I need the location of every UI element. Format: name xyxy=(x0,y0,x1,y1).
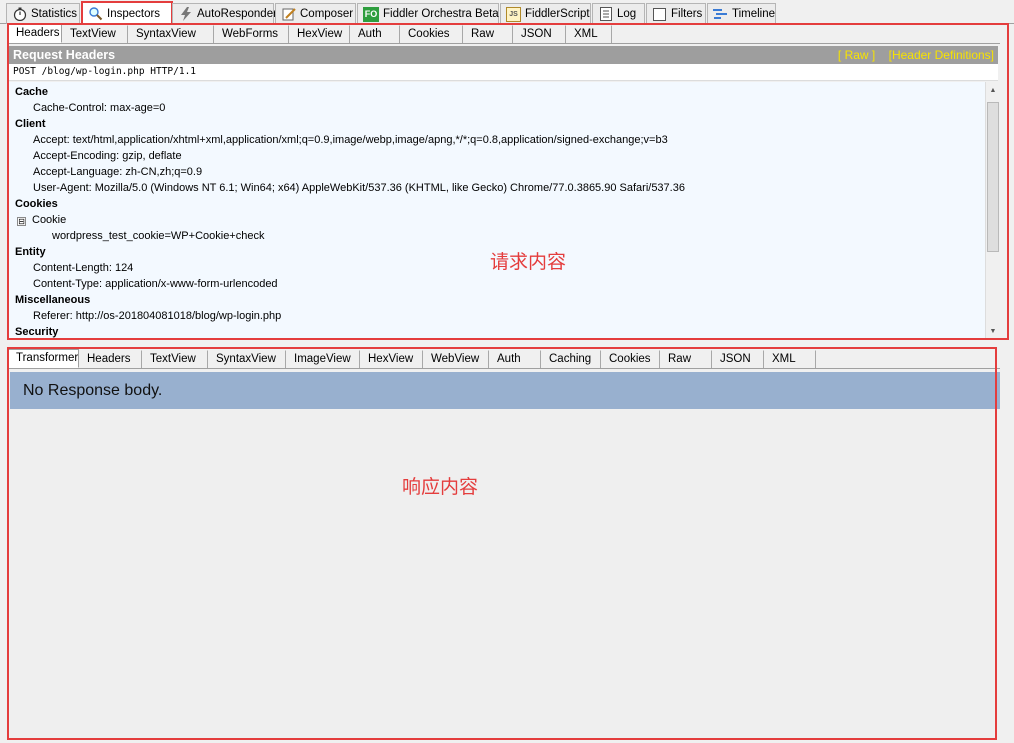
script-icon: JS xyxy=(506,6,521,22)
request-tab-cookies[interactable]: Cookies xyxy=(400,25,463,43)
pencil-icon xyxy=(281,7,296,22)
tab-filters[interactable]: Filters xyxy=(646,3,706,24)
scroll-thumb[interactable] xyxy=(987,102,999,252)
tab-label: Fiddler Orchestra Beta xyxy=(383,8,499,20)
splitter[interactable] xyxy=(0,339,1014,348)
tab-label: FiddlerScript xyxy=(525,8,590,20)
collapse-icon[interactable]: ⊟ xyxy=(17,217,26,226)
tab-label: Statistics xyxy=(31,8,78,20)
tab-label: Inspectors xyxy=(107,7,161,20)
request-tab-strip: Headers TextView SyntaxView WebForms Hex… xyxy=(7,24,1000,44)
header-item[interactable]: Cache-Control: max-age=0 xyxy=(33,100,165,116)
cookie-label: Cookie xyxy=(32,214,67,226)
cookie-value[interactable]: wordpress_test_cookie=WP+Cookie+check xyxy=(52,228,264,244)
header-item[interactable]: Content-Type: application/x-www-form-url… xyxy=(33,276,278,292)
magnifier-icon xyxy=(88,6,103,21)
tab-label: Log xyxy=(617,8,637,20)
request-tab-textview[interactable]: TextView xyxy=(62,25,128,43)
request-tab-json[interactable]: JSON xyxy=(513,25,566,43)
request-tab-xml[interactable]: XML xyxy=(566,25,612,43)
top-tab-strip: Statistics Inspectors AutoResponder Comp… xyxy=(0,0,1014,24)
tab-label: Timeline xyxy=(732,8,776,20)
header-item[interactable]: Accept-Language: zh-CN,zh;q=0.9 xyxy=(33,164,202,180)
scroll-up-icon[interactable]: ▲ xyxy=(988,86,998,96)
tab-fiddler-orchestra[interactable]: FO Fiddler Orchestra Beta xyxy=(357,3,499,24)
fo-icon: FO xyxy=(363,6,379,22)
request-annotation: 请求内容 xyxy=(490,251,567,273)
response-tab-imageview[interactable]: ImageView xyxy=(286,350,360,368)
request-headers-title: Request Headers xyxy=(13,48,116,62)
response-tab-transformer[interactable]: Transformer xyxy=(7,349,79,368)
response-tab-xml[interactable]: XML xyxy=(764,350,816,368)
timeline-icon xyxy=(713,7,728,22)
request-tab-webforms[interactable]: WebForms xyxy=(214,25,289,43)
response-body-area xyxy=(10,410,994,738)
response-tab-caching[interactable]: Caching xyxy=(541,350,601,368)
header-item[interactable]: User-Agent: Mozilla/5.0 (Windows NT 6.1;… xyxy=(33,180,685,196)
tab-log[interactable]: Log xyxy=(592,3,645,24)
group-security[interactable]: Security xyxy=(15,324,58,338)
cookie-node[interactable]: ⊟ Cookie xyxy=(17,212,66,228)
raw-link[interactable]: [ Raw ] xyxy=(838,48,875,62)
tab-autoresponder[interactable]: AutoResponder xyxy=(172,3,277,24)
group-cookies[interactable]: Cookies xyxy=(15,196,58,212)
request-tab-hexview[interactable]: HexView xyxy=(289,25,350,43)
header-item[interactable]: Accept: text/html,application/xhtml+xml,… xyxy=(33,132,668,148)
tab-inspectors[interactable]: Inspectors xyxy=(81,1,173,24)
log-icon xyxy=(598,7,613,22)
response-tab-cookies[interactable]: Cookies xyxy=(601,350,660,368)
group-miscellaneous[interactable]: Miscellaneous xyxy=(15,292,90,308)
lightning-icon xyxy=(178,7,193,22)
group-client[interactable]: Client xyxy=(15,116,46,132)
response-tab-json[interactable]: JSON xyxy=(712,350,764,368)
response-tab-headers[interactable]: Headers xyxy=(79,350,142,368)
scroll-down-icon[interactable]: ▼ xyxy=(988,327,998,337)
header-item[interactable]: Content-Length: 124 xyxy=(33,260,133,276)
request-header-tree: Cache Cache-Control: max-age=0 Client Ac… xyxy=(9,82,985,338)
response-tab-webview[interactable]: WebView xyxy=(423,350,489,368)
header-item[interactable]: Accept-Encoding: gzip, deflate xyxy=(33,148,182,164)
response-tab-textview[interactable]: TextView xyxy=(142,350,208,368)
tab-composer[interactable]: Composer xyxy=(275,3,356,24)
request-scrollbar[interactable]: ▲ ▼ xyxy=(985,82,1000,338)
header-definitions-link[interactable]: [Header Definitions] xyxy=(889,48,994,62)
response-annotation: 响应内容 xyxy=(402,476,479,498)
header-item[interactable]: Referer: http://os-201804081018/blog/wp-… xyxy=(33,308,281,324)
group-entity[interactable]: Entity xyxy=(15,244,46,260)
tab-statistics[interactable]: Statistics xyxy=(6,3,80,24)
request-tab-syntaxview[interactable]: SyntaxView xyxy=(128,25,214,43)
stopwatch-icon xyxy=(12,7,27,22)
tab-timeline[interactable]: Timeline xyxy=(707,3,776,24)
response-tab-strip: Transformer Headers TextView SyntaxView … xyxy=(7,349,1000,369)
request-tab-raw[interactable]: Raw xyxy=(463,25,513,43)
request-tab-auth[interactable]: Auth xyxy=(350,25,400,43)
no-response-message: No Response body. xyxy=(10,372,1000,409)
tab-label: Filters xyxy=(671,8,703,20)
group-cache[interactable]: Cache xyxy=(15,84,48,100)
request-tab-headers[interactable]: Headers xyxy=(7,24,62,43)
tab-label: AutoResponder xyxy=(197,8,277,20)
request-headers-bar: Request Headers [ Raw ] [Header Definiti… xyxy=(9,46,998,64)
response-tab-auth[interactable]: Auth xyxy=(489,350,541,368)
response-tab-hexview[interactable]: HexView xyxy=(360,350,423,368)
checkbox-icon xyxy=(652,7,667,22)
tab-label: Composer xyxy=(300,8,354,20)
tab-fiddlerscript[interactable]: JS FiddlerScript xyxy=(500,3,591,24)
request-line: POST /blog/wp-login.php HTTP/1.1 xyxy=(9,64,998,81)
response-tab-raw[interactable]: Raw xyxy=(660,350,712,368)
response-tab-syntaxview[interactable]: SyntaxView xyxy=(208,350,286,368)
